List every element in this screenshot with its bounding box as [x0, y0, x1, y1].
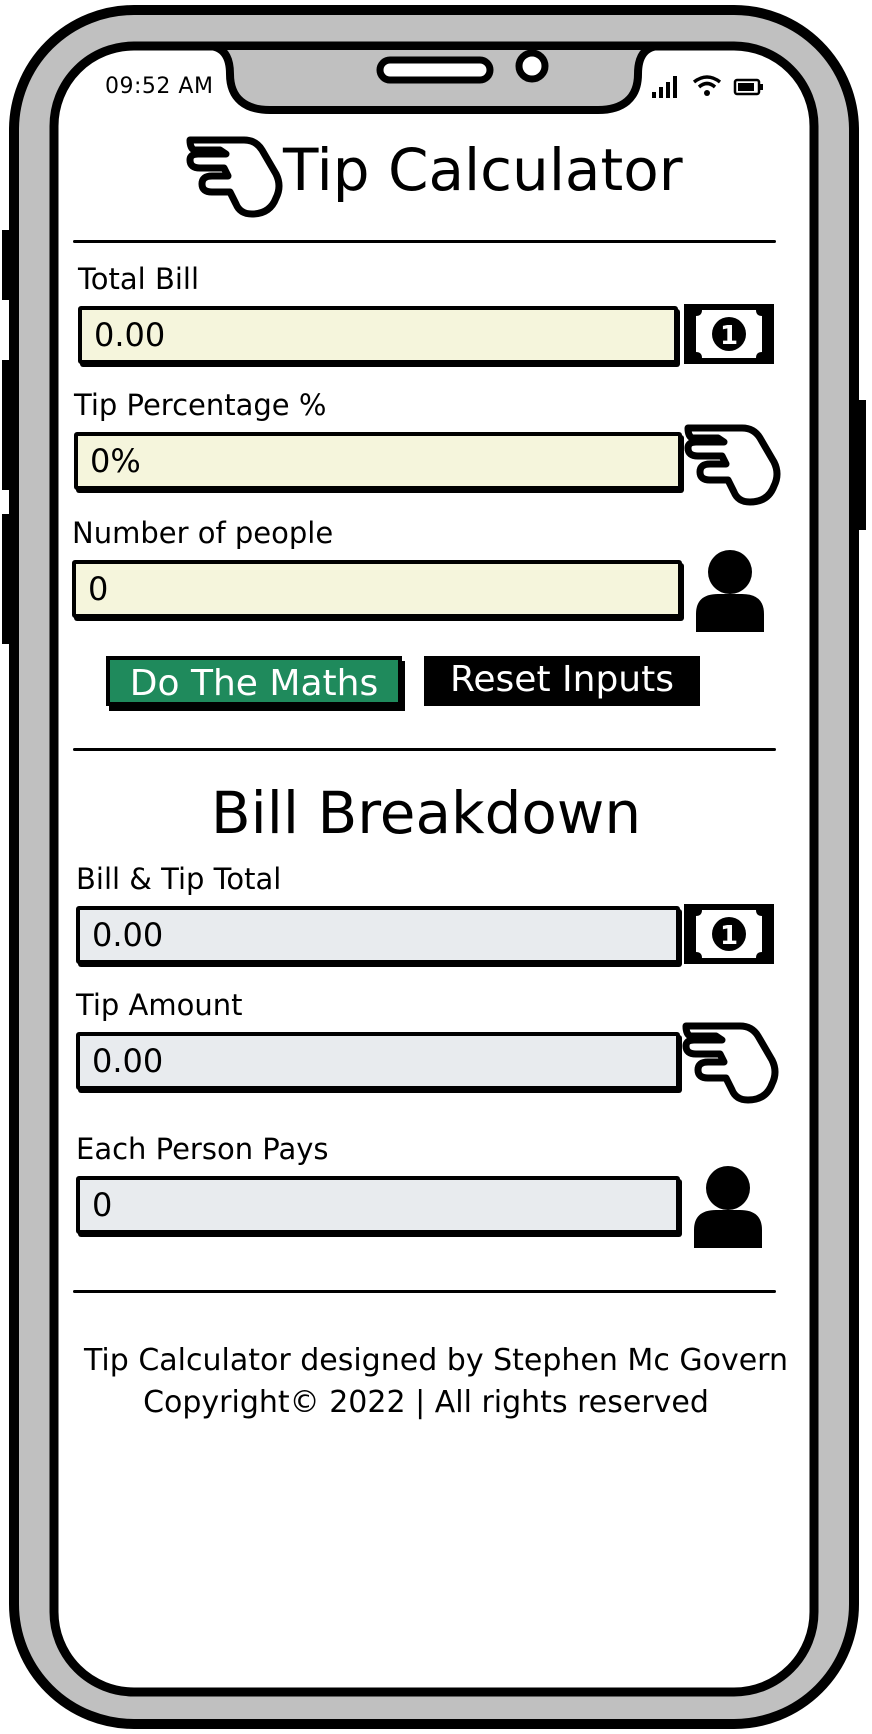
- divider: [73, 240, 776, 243]
- svg-text:1: 1: [720, 921, 738, 951]
- total-bill-input[interactable]: 0.00: [78, 306, 678, 364]
- divider: [73, 748, 776, 751]
- section-title: Bill Breakdown: [210, 779, 642, 847]
- battery-icon: [733, 78, 763, 96]
- tip-percentage-label: Tip Percentage %: [74, 388, 327, 422]
- total-bill-label: Total Bill: [78, 262, 200, 296]
- bill-tip-total-label: Bill & Tip Total: [76, 862, 282, 896]
- banknote-icon: 1: [684, 904, 774, 964]
- page-title: Tip Calculator: [283, 136, 683, 204]
- footer-copyright: Copyright© 2022 | All rights reserved: [143, 1385, 709, 1420]
- person-icon: [696, 550, 764, 632]
- number-of-people-label: Number of people: [72, 516, 334, 550]
- number-of-people-input[interactable]: 0: [72, 560, 682, 618]
- tip-amount-label: Tip Amount: [76, 988, 243, 1022]
- hand-icon: [684, 424, 781, 506]
- wifi-icon: [692, 75, 722, 96]
- signal-icon: [652, 76, 677, 98]
- do-the-maths-button[interactable]: Do The Maths: [106, 656, 402, 706]
- tip-percentage-input[interactable]: 0%: [74, 432, 682, 490]
- divider: [73, 1290, 776, 1293]
- each-person-pays-output: 0: [76, 1176, 680, 1234]
- status-time: 09:52 AM: [105, 74, 214, 99]
- hand-icon: [682, 1022, 779, 1104]
- tip-amount-output: 0.00: [76, 1032, 680, 1090]
- svg-text:1: 1: [720, 321, 738, 351]
- footer-credit: Tip Calculator designed by Stephen Mc Go…: [84, 1343, 788, 1378]
- each-person-pays-label: Each Person Pays: [76, 1132, 329, 1166]
- bill-tip-total-output: 0.00: [76, 906, 680, 964]
- reset-inputs-button[interactable]: Reset Inputs: [424, 656, 700, 706]
- banknote-icon: 1: [684, 304, 774, 364]
- hand-icon: [186, 136, 283, 218]
- person-icon: [694, 1166, 762, 1248]
